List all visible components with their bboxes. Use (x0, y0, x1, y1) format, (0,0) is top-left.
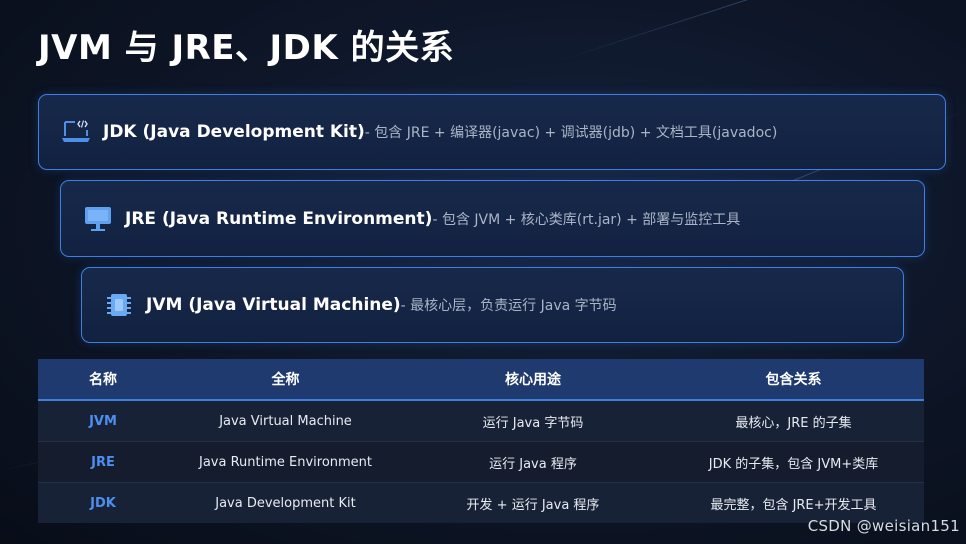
jre-layer-desc: - 包含 JVM + 核心类库(rt.jar) + 部署与监控工具 (432, 211, 741, 228)
cell-purpose: 运行 Java 字节码 (403, 400, 663, 442)
header-name: 名称 (38, 359, 168, 401)
cell-fullname: Java Virtual Machine (168, 400, 403, 442)
jvm-layer-name: JVM (Java Virtual Machine) (146, 295, 401, 315)
desktop-monitor-icon (83, 204, 113, 234)
table-row: JRE Java Runtime Environment 运行 Java 程序 … (38, 441, 924, 483)
cell-relation: JDK 的子集，包含 JVM+类库 (663, 441, 924, 483)
table-row: JDK Java Development Kit 开发 + 运行 Java 程序… (38, 482, 924, 523)
comparison-table: 名称 全称 核心用途 包含关系 JVM Java Virtual Machine… (38, 359, 924, 523)
watermark-text: CSDN @weisian151 (807, 517, 960, 535)
microchip-icon (104, 290, 134, 320)
cell-name: JVM (38, 400, 168, 442)
cell-name: JDK (38, 482, 168, 523)
jdk-layer-desc: - 包含 JRE + 编译器(javac) + 调试器(jdb) + 文档工具(… (364, 125, 778, 141)
jre-layer-card: JRE (Java Runtime Environment) - 包含 JVM … (60, 180, 925, 257)
cell-fullname: Java Development Kit (168, 482, 403, 523)
jdk-layer-name: JDK (Java Development Kit) (103, 122, 365, 142)
table-row: JVM Java Virtual Machine 运行 Java 字节码 最核心… (38, 400, 924, 442)
laptop-code-icon (61, 117, 91, 147)
jre-layer-name: JRE (Java Runtime Environment) (125, 208, 433, 229)
background-streak (559, 0, 960, 61)
jvm-layer-desc: - 最核心层，负责运行 Java 字节码 (400, 298, 617, 314)
header-purpose: 核心用途 (403, 359, 663, 401)
header-relation: 包含关系 (663, 359, 924, 401)
slide-title: JVM 与 JRE、JDK 的关系 (38, 28, 455, 68)
header-fullname: 全称 (168, 359, 403, 401)
table-header-row: 名称 全称 核心用途 包含关系 (38, 359, 924, 401)
jvm-layer-card: JVM (Java Virtual Machine) - 最核心层，负责运行 J… (81, 267, 904, 343)
cell-name: JRE (38, 441, 168, 483)
cell-relation: 最核心，JRE 的子集 (663, 400, 924, 442)
jdk-layer-card: JDK (Java Development Kit) - 包含 JRE + 编译… (38, 94, 946, 170)
cell-purpose: 开发 + 运行 Java 程序 (403, 482, 663, 523)
cell-purpose: 运行 Java 程序 (403, 441, 663, 483)
cell-fullname: Java Runtime Environment (168, 441, 403, 483)
